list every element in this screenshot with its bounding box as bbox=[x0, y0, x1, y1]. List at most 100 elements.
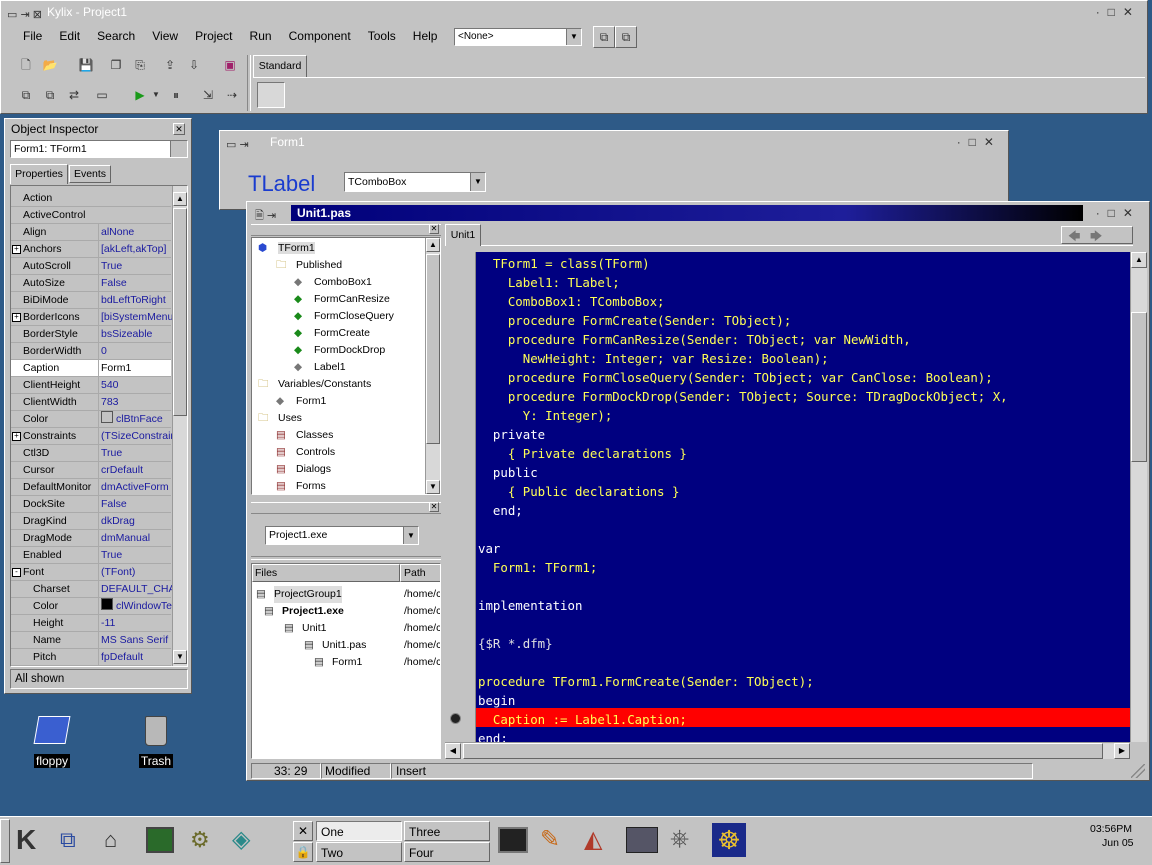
oi-row[interactable]: Cursor crDefault bbox=[11, 462, 171, 479]
oi-prop-value[interactable]: clWindowTex bbox=[98, 598, 177, 615]
remove-file-icon[interactable]: ⇩ bbox=[183, 55, 205, 77]
oi-prop-value[interactable]: [akLeft,akTop] bbox=[98, 241, 177, 258]
pm-row[interactable]: ▤ Project1.exe/home/c bbox=[252, 603, 440, 620]
run-dropdown-icon[interactable]: ▼ bbox=[149, 85, 163, 107]
help-icon[interactable]: ◈ bbox=[232, 825, 250, 854]
home-icon[interactable]: ⌂ bbox=[104, 827, 117, 853]
save-all-icon[interactable]: ❐ bbox=[105, 55, 127, 77]
oi-row[interactable]: Ctl3D True bbox=[11, 445, 171, 462]
oi-row[interactable]: ActiveControl bbox=[11, 207, 171, 224]
view-unit-icon[interactable]: ⧉ bbox=[15, 85, 37, 107]
step-over-icon[interactable]: ⇢ bbox=[221, 85, 243, 107]
scroll-up-icon[interactable]: ▲ bbox=[1131, 252, 1147, 268]
close-icon[interactable]: ✕ bbox=[429, 502, 439, 512]
toggle-form-unit-icon[interactable]: ⇄ bbox=[63, 85, 85, 107]
clock-time[interactable]: 03:56PM bbox=[1090, 823, 1132, 835]
desktop-icon-trash[interactable]: Trash bbox=[134, 716, 178, 768]
menu-project[interactable]: Project bbox=[195, 29, 232, 43]
kde-menu-icon[interactable]: K bbox=[16, 823, 36, 857]
form1-titlebar[interactable]: ▭ ⇥ Form1 ·□✕ bbox=[222, 133, 1006, 151]
menu-component[interactable]: Component bbox=[289, 29, 351, 43]
network-icon[interactable]: ⎈ bbox=[670, 825, 689, 853]
kylix-icon[interactable]: ☸ bbox=[712, 823, 746, 857]
window-menu-icon[interactable]: ▭ ⇥ ⊠ bbox=[7, 6, 42, 24]
oi-prop-value[interactable]: 783 bbox=[98, 394, 177, 411]
oi-prop-value[interactable]: dkDrag bbox=[98, 513, 177, 530]
lock-icon[interactable]: 🔒 bbox=[293, 842, 313, 862]
project-manager[interactable]: Files Path ▤ ProjectGroup1/home/c ▤ Project… bbox=[251, 563, 441, 759]
oi-prop-value[interactable]: True bbox=[98, 547, 177, 564]
new-icon[interactable]: 🗋 bbox=[15, 55, 37, 77]
oi-prop-value[interactable]: 0 bbox=[98, 343, 177, 360]
oi-row[interactable]: Caption Form1 bbox=[11, 360, 171, 377]
tree-item[interactable]: ▤ Forms bbox=[276, 478, 326, 494]
oi-row[interactable]: Color clWindowTex bbox=[11, 598, 177, 615]
desktop-one[interactable]: One bbox=[316, 821, 402, 841]
tab-events[interactable]: Events bbox=[69, 165, 111, 183]
main-titlebar[interactable]: ▭ ⇥ ⊠ Kylix - Project1 ·□✕ bbox=[3, 3, 1145, 21]
expand-icon[interactable]: + bbox=[12, 313, 21, 322]
oi-prop-value[interactable]: bdLeftToRight bbox=[98, 292, 177, 309]
oi-object-selector[interactable]: Form1: TForm1 bbox=[10, 140, 188, 158]
scroll-up-icon[interactable]: ▲ bbox=[426, 238, 440, 252]
oi-prop-value[interactable]: Form1 bbox=[98, 360, 177, 377]
new-form-icon[interactable]: ▭ bbox=[91, 85, 113, 107]
scroll-up-icon[interactable]: ▲ bbox=[173, 192, 187, 206]
scroll-right-icon[interactable]: ▶ bbox=[1114, 743, 1130, 759]
oi-row[interactable]: Align alNone bbox=[11, 224, 171, 241]
editor-hscroll[interactable]: ◀ ▶ bbox=[445, 742, 1130, 759]
oi-row[interactable]: DockSite False bbox=[11, 496, 171, 513]
oi-prop-value[interactable]: (TSizeConstrain bbox=[98, 428, 177, 445]
scroll-down-icon[interactable]: ▼ bbox=[426, 480, 440, 494]
pause-icon[interactable]: ⏸ bbox=[165, 85, 187, 107]
desktop-three[interactable]: Three bbox=[404, 821, 490, 841]
window-menu-icon[interactable]: ▭ ⇥ bbox=[226, 136, 249, 154]
close-icon[interactable]: ✕ bbox=[429, 224, 439, 234]
terminal-icon[interactable] bbox=[146, 827, 174, 853]
menu-help[interactable]: Help bbox=[413, 29, 438, 43]
tab-unit1[interactable]: Unit1 bbox=[445, 224, 481, 246]
oi-row[interactable]: DefaultMonitor dmActiveForm bbox=[11, 479, 171, 496]
close-icon[interactable]: ✕ bbox=[173, 123, 185, 135]
menu-run[interactable]: Run bbox=[250, 29, 272, 43]
trace-into-icon[interactable]: ⇲ bbox=[197, 85, 219, 107]
graphics-icon[interactable]: ◭ bbox=[584, 825, 602, 854]
oi-prop-value[interactable]: bsSizeable bbox=[98, 326, 177, 343]
menu-tools[interactable]: Tools bbox=[368, 29, 396, 43]
desktop-two[interactable]: Two bbox=[316, 842, 402, 862]
tree-item[interactable]: ◆ FormDockDrop bbox=[294, 342, 385, 359]
window-list-icon[interactable]: ⧉ bbox=[60, 827, 76, 853]
tree-item[interactable]: ▤ Classes bbox=[276, 427, 333, 444]
breakpoint-icon[interactable] bbox=[450, 713, 461, 724]
oi-row[interactable]: Action bbox=[11, 190, 171, 207]
window-buttons[interactable]: ·□✕ bbox=[957, 133, 1002, 151]
window-buttons[interactable]: ·□✕ bbox=[1096, 3, 1141, 21]
oi-row[interactable]: Name MS Sans Serif bbox=[11, 632, 171, 649]
oi-row[interactable]: Pitch fpDefault bbox=[11, 649, 171, 666]
oi-grid[interactable]: Action ActiveControl Align alNone + Anchors [a… bbox=[10, 185, 188, 667]
scroll-down-icon[interactable]: ▼ bbox=[173, 650, 187, 664]
oi-prop-value[interactable]: dmActiveForm bbox=[98, 479, 177, 496]
oi-row[interactable]: BorderStyle bsSizeable bbox=[11, 326, 171, 343]
desktop-set-icon[interactable]: ⧉ bbox=[615, 26, 637, 48]
open-icon[interactable]: 📂 bbox=[39, 55, 61, 77]
form1-label[interactable]: TLabel bbox=[248, 171, 315, 197]
oi-row[interactable]: AutoSize False bbox=[11, 275, 171, 292]
tree-item[interactable]: ◆ FormCanResize bbox=[294, 291, 390, 308]
code-explorer[interactable]: ⬢ TForm1 🗀 Published ◆ ComboBox1 ◆ FormCanResiz… bbox=[251, 237, 441, 495]
expand-icon[interactable]: + bbox=[12, 432, 21, 441]
tree-item[interactable]: ◆ ComboBox1 bbox=[294, 274, 372, 291]
oi-row[interactable]: BiDiMode bdLeftToRight bbox=[11, 292, 171, 309]
scroll-left-icon[interactable]: ◀ bbox=[445, 743, 461, 759]
scroll-thumb[interactable] bbox=[173, 208, 187, 416]
tree-item[interactable]: ◆ FormCloseQuery bbox=[294, 308, 394, 325]
tree-item[interactable]: 🗀 Variables/Constants bbox=[258, 376, 371, 393]
oi-prop-value[interactable]: dmManual bbox=[98, 530, 177, 547]
scroll-thumb[interactable] bbox=[463, 743, 1103, 759]
media-icon[interactable] bbox=[626, 827, 658, 853]
oi-prop-value[interactable]: False bbox=[98, 275, 177, 292]
palette-pointer-icon[interactable] bbox=[257, 82, 285, 108]
pm-col-files[interactable]: Files bbox=[252, 564, 400, 582]
control-center-icon[interactable]: ⚙ bbox=[190, 827, 210, 853]
editor-pen-icon[interactable]: ✎ bbox=[540, 825, 560, 854]
